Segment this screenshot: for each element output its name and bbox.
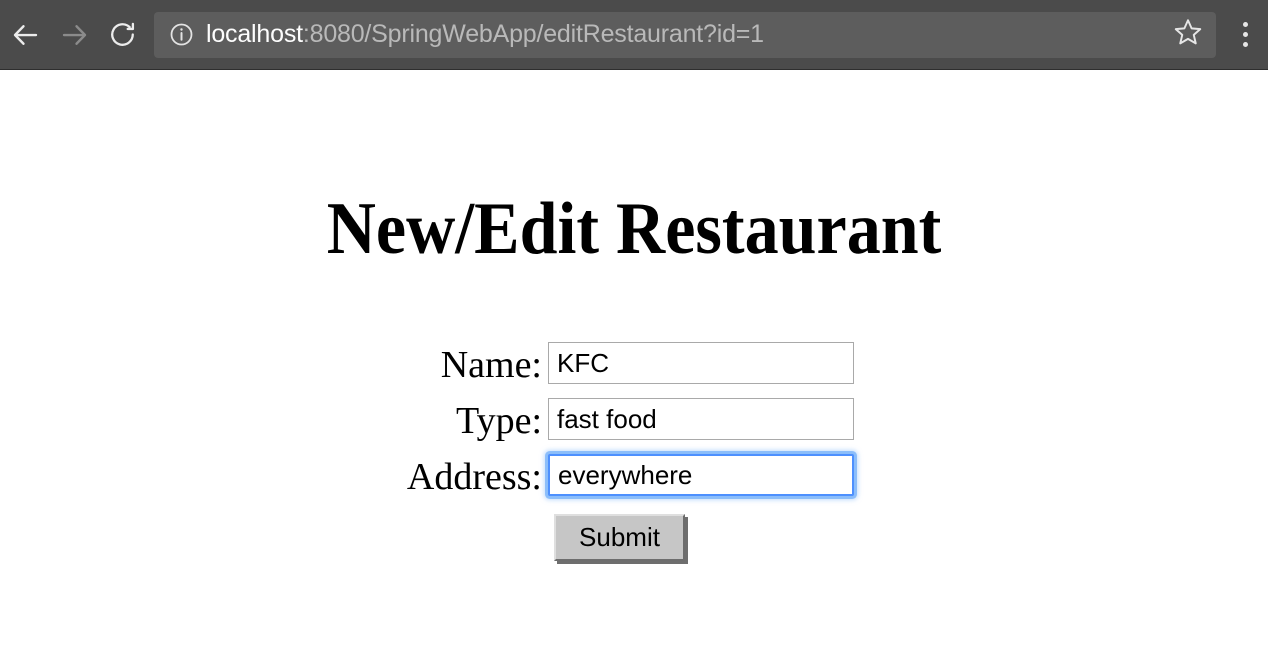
menu-dot (1242, 22, 1248, 27)
three-dot-menu-icon (1242, 22, 1248, 47)
back-arrow-icon (11, 20, 41, 50)
submit-button[interactable]: Submit (554, 514, 685, 561)
name-input[interactable] (548, 342, 854, 384)
address-bar[interactable]: localhost:8080/SpringWebApp/editRestaura… (154, 11, 1216, 58)
type-label: Type: (456, 400, 542, 442)
browser-toolbar: localhost:8080/SpringWebApp/editRestaura… (0, 0, 1268, 70)
form-row-type: Type: (0, 396, 1268, 452)
forward-arrow-icon (59, 20, 89, 50)
menu-dot (1242, 32, 1248, 37)
browser-menu-button[interactable] (1222, 11, 1268, 59)
reload-icon (108, 20, 137, 49)
form-row-address: Address: (0, 452, 1268, 508)
type-input[interactable] (548, 398, 854, 440)
address-label: Address: (406, 456, 542, 498)
menu-dot (1242, 42, 1248, 47)
form-row-name: Name: (0, 340, 1268, 396)
url-text: localhost:8080/SpringWebApp/editRestaura… (206, 22, 1162, 47)
star-outline-icon (1173, 17, 1203, 52)
back-button[interactable] (2, 11, 50, 59)
name-label: Name: (440, 344, 542, 386)
bookmark-button[interactable] (1168, 15, 1208, 55)
address-input[interactable] (548, 454, 854, 496)
reload-button[interactable] (98, 11, 146, 59)
form-row-submit: Submit (0, 514, 1268, 561)
url-host: localhost (206, 22, 303, 47)
forward-button[interactable] (50, 11, 98, 59)
url-path: :8080/SpringWebApp/editRestaurant?id=1 (302, 22, 764, 47)
restaurant-form: Name: Type: Address: Submit (0, 340, 1268, 561)
page-title: New/Edit Restaurant (326, 188, 942, 270)
info-circle-icon[interactable] (168, 22, 194, 48)
page-content: New/Edit Restaurant Name: Type: Address:… (0, 70, 1268, 663)
